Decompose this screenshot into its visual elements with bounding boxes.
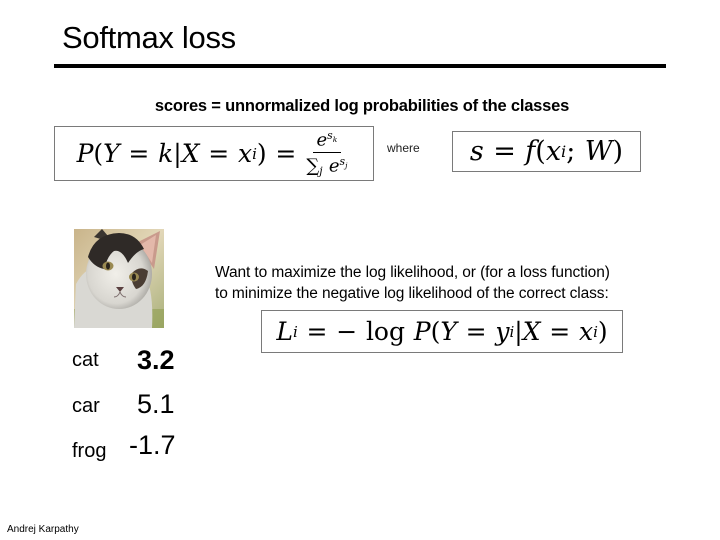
class-score-car: 5.1 (137, 389, 175, 419)
author-credit: Andrej Karpathy (7, 524, 79, 535)
class-label-frog: frog (72, 440, 107, 462)
class-label-cat: cat (72, 349, 99, 371)
softmax-fraction: esk ∑j esj (306, 128, 348, 179)
scores-caption: scores = unnormalized log probabilities … (154, 97, 570, 115)
where-label: where (387, 141, 420, 155)
cat-illustration (74, 229, 164, 328)
loss-description: Want to maximize the log likelihood, or … (215, 262, 610, 304)
class-label-car: car (72, 395, 100, 417)
softmax-equation: P(Y = k | X = x i) = esk ∑j esj (54, 126, 374, 181)
score-function-equation: s = f(x i; W) (452, 131, 641, 172)
loss-description-line-1: Want to maximize the log likelihood, or … (215, 264, 610, 281)
negative-log-likelihood-equation: Li = − log P(Y = y i | X = x i) (261, 310, 623, 353)
loss-description-line-2: to minimize the negative log likelihood … (215, 285, 609, 302)
title-divider (54, 64, 666, 68)
class-score-cat: 3.2 (137, 345, 175, 375)
cat-image (74, 229, 164, 328)
slide-title: Softmax loss (62, 20, 236, 55)
class-score-frog: -1.7 (129, 430, 176, 460)
